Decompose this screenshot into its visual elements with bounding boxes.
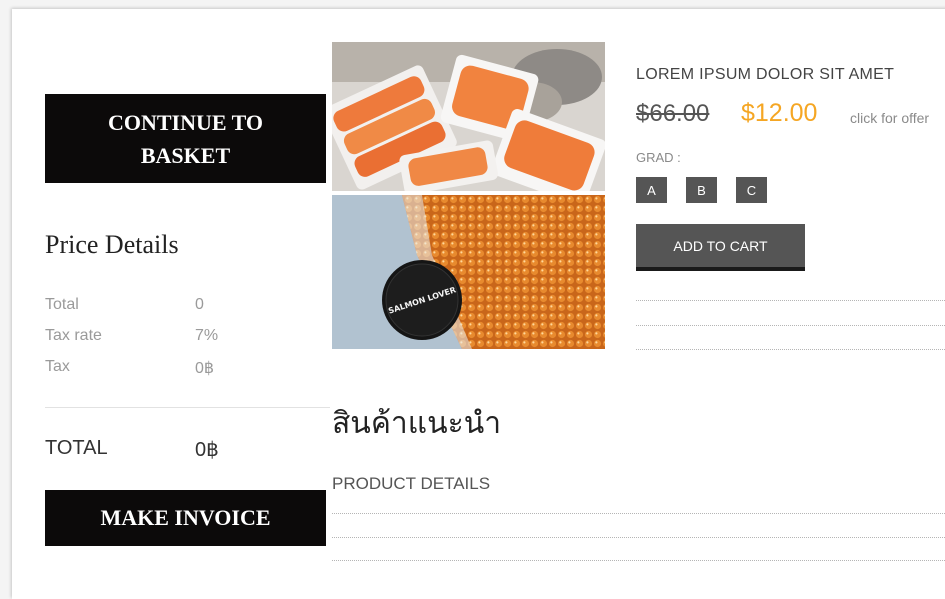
old-price: $66.00 <box>636 100 710 127</box>
dotted-separator <box>332 560 945 562</box>
price-row-label: Total <box>45 296 79 313</box>
grand-total-value: 0฿ <box>195 439 219 461</box>
salmon-fillet-photo[interactable] <box>332 42 605 191</box>
price-row-value: 0฿ <box>195 360 215 377</box>
grade-c-button[interactable]: C <box>736 177 767 203</box>
recommended-products-title: สินค้าแนะนำ <box>332 406 502 441</box>
product-name: LOREM IPSUM DOLOR SIT AMET <box>636 66 895 83</box>
continue-to-basket-button[interactable]: CONTINUE TO BASKET <box>45 94 326 183</box>
product-details-label: PRODUCT DETAILS <box>332 474 491 493</box>
dotted-separator <box>636 300 945 302</box>
price-row-label: Tax <box>45 358 70 375</box>
price-row-value: 7% <box>195 327 219 344</box>
make-invoice-label: MAKE INVOICE <box>100 505 271 530</box>
price-row-label: Tax rate <box>45 327 102 344</box>
make-invoice-button[interactable]: MAKE INVOICE <box>45 490 326 546</box>
click-for-offer-link[interactable]: click for offer <box>850 110 929 126</box>
grade-b-button[interactable]: B <box>686 177 717 203</box>
add-to-cart-button[interactable]: ADD TO CART <box>636 224 805 271</box>
dotted-separator <box>636 325 945 327</box>
price-divider <box>45 407 330 408</box>
dotted-separator <box>332 513 945 515</box>
price-row-value: 0 <box>195 296 204 313</box>
grade-a-button[interactable]: A <box>636 177 667 203</box>
salmon-roe-photo[interactable]: SALMON LOVER <box>332 195 605 349</box>
dotted-separator <box>636 349 945 351</box>
dotted-separator <box>332 537 945 539</box>
add-to-cart-label: ADD TO CART <box>673 237 768 254</box>
sale-price: $12.00 <box>741 99 818 127</box>
continue-to-basket-label: CONTINUE TO BASKET <box>107 109 264 168</box>
price-details-title: Price Details <box>45 230 179 259</box>
grade-label: GRAD : <box>636 150 681 165</box>
grand-total-label: TOTAL <box>45 437 108 459</box>
